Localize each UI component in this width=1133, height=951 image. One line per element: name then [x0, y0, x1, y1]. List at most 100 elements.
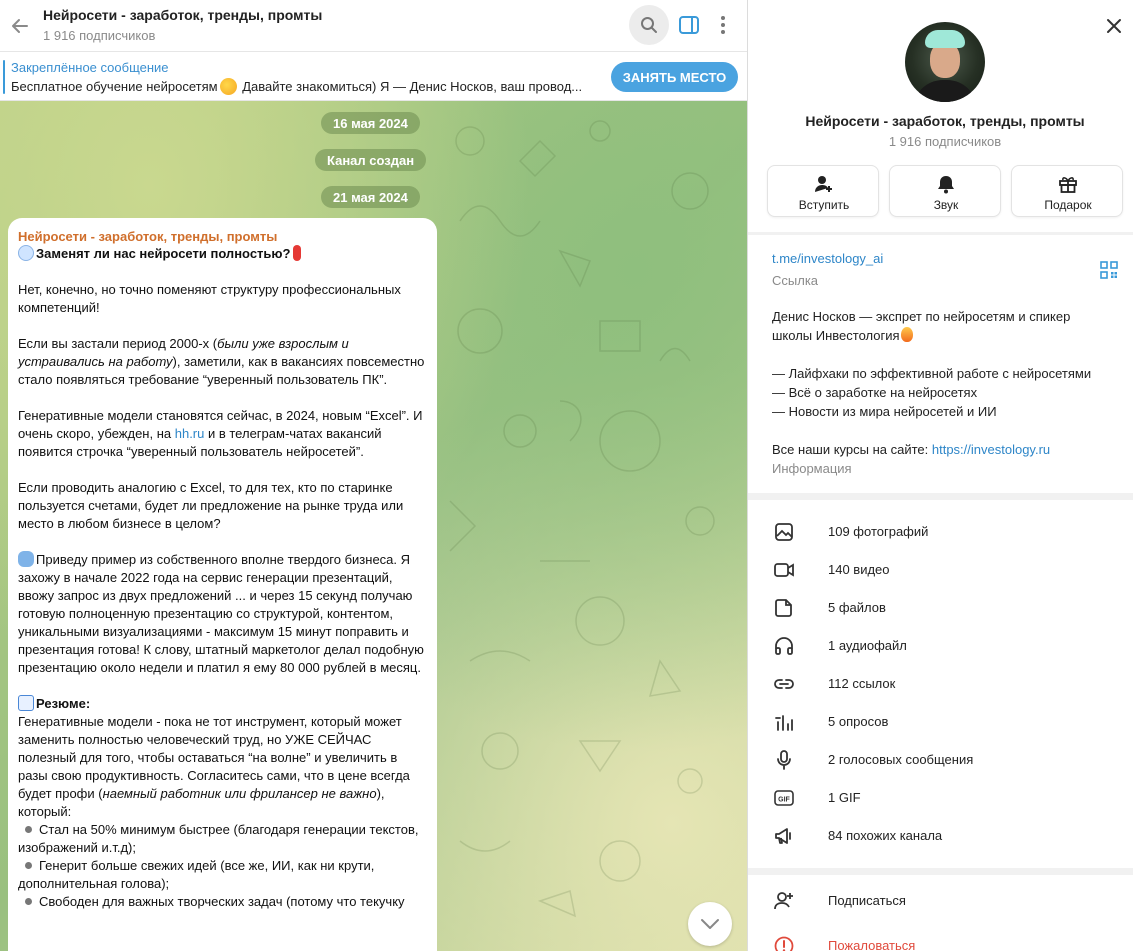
add-user-icon — [774, 892, 793, 910]
message-heading: Заменят ли нас нейросети полностью? — [18, 245, 427, 263]
list-item-text: Свободен для важных творческих задач (по… — [39, 894, 405, 909]
message-paragraph: Нет, конечно, но точно поменяют структур… — [18, 282, 401, 315]
profile-header: Нейросети - заработок, тренды, промты 1 … — [748, 0, 1133, 232]
channel-link[interactable]: t.me/investology_ai — [772, 251, 883, 266]
report-label: Пожаловаться — [828, 938, 916, 951]
media-label: 112 ссылок — [828, 676, 896, 691]
chat-title[interactable]: Нейросети - заработок, тренды, промты — [43, 7, 322, 23]
summary-title: Резюме: — [36, 696, 91, 711]
media-label: 140 видео — [828, 562, 890, 577]
channel-avatar[interactable] — [905, 22, 985, 102]
description-line: — Лайфхаки по эффективной работе с нейро… — [772, 366, 1092, 381]
media-label: 5 опросов — [828, 714, 889, 729]
description-text: Денис Носков — экспрет по нейросетям и с… — [772, 309, 1071, 343]
gift-action-button[interactable]: Подарок — [1011, 165, 1123, 217]
list-item: Генерит больше свежих идей (все же, ИИ, … — [18, 857, 427, 893]
message-paragraph: Приведу пример из собственного вполне тв… — [18, 551, 427, 677]
search-button[interactable] — [629, 5, 669, 45]
message-paragraph: Генеративные модели - пока не тот инстру… — [18, 713, 427, 821]
megaphone-icon — [775, 828, 791, 844]
media-label: 109 фотографий — [828, 524, 929, 539]
close-panel-button[interactable] — [1102, 14, 1126, 38]
svg-text:GIF: GIF — [778, 797, 790, 804]
media-row-polls[interactable]: 5 опросов — [748, 703, 1133, 741]
smile-emoji-icon — [219, 78, 237, 95]
pinned-title: Закреплённое сообщение — [11, 60, 169, 75]
media-label: 84 похожих канала — [828, 828, 943, 843]
search-icon — [641, 17, 657, 33]
mic-icon — [777, 750, 791, 770]
link-icon — [774, 679, 794, 689]
media-row-gifs[interactable]: GIF 1 GIF — [748, 779, 1133, 817]
photo-icon — [775, 523, 793, 541]
message-paragraph: Если проводить аналогию с Excel, то для … — [18, 480, 404, 531]
description-text: Все наши курсы на сайте: — [772, 442, 932, 457]
description-label: Информация — [772, 461, 852, 476]
bullet-icon — [25, 862, 32, 869]
channel-actions-section: Подписаться Пожаловаться — [748, 875, 1133, 951]
channel-subscribers: 1 916 подписчиков — [888, 134, 1002, 149]
close-icon — [1107, 19, 1121, 33]
courses-link[interactable]: https://investology.ru — [932, 442, 1050, 457]
thermometer-emoji-icon — [293, 245, 302, 261]
join-button[interactable]: ЗАНЯТЬ МЕСТО — [611, 62, 738, 92]
media-label: 2 голосовых сообщения — [828, 752, 974, 767]
media-row-files[interactable]: 5 файлов — [748, 589, 1133, 627]
more-menu-button[interactable] — [710, 10, 736, 40]
list-item-text: Стал на 50% минимум быстрее (благодаря г… — [18, 822, 419, 855]
poll-icon — [775, 715, 793, 731]
message-author[interactable]: Нейросети - заработок, тренды, промты — [18, 228, 427, 245]
bullet-icon — [25, 826, 32, 833]
warning-icon — [774, 936, 794, 951]
hh-link[interactable]: hh.ru — [175, 426, 205, 441]
chat-subscribers: 1 916 подписчиков — [43, 28, 156, 43]
message-bubble[interactable]: Нейросети - заработок, тренды, промты За… — [8, 218, 437, 951]
fire-emoji-icon — [900, 327, 913, 342]
media-row-links[interactable]: 112 ссылок — [748, 665, 1133, 703]
channel-name: Нейросети - заработок, тренды, промты — [805, 113, 1085, 129]
action-label: Вступить — [798, 198, 850, 212]
scroll-down-button[interactable] — [688, 902, 732, 946]
channel-link-label: Ссылка — [772, 273, 819, 288]
media-row-photos[interactable]: 109 фотографий — [748, 513, 1133, 551]
pinned-indicator — [3, 60, 5, 94]
list-item: Стал на 50% минимум быстрее (благодаря г… — [18, 821, 427, 857]
shared-media-list: 109 фотографий 140 видео 5 файлов 1 ауди… — [748, 500, 1133, 868]
more-vertical-icon — [721, 16, 725, 34]
join-action-button[interactable]: Вступить — [767, 165, 879, 217]
add-user-icon — [815, 176, 832, 192]
sound-action-button[interactable]: Звук — [889, 165, 1001, 217]
action-label: Подарок — [1044, 198, 1092, 212]
media-label: 5 файлов — [828, 600, 886, 615]
qr-code-icon[interactable] — [1100, 261, 1118, 279]
chat-header: Нейросети - заработок, тренды, промты 1 … — [0, 0, 747, 52]
date-separator: 21 мая 2024 — [321, 186, 420, 208]
report-row[interactable]: Пожаловаться — [748, 927, 1133, 951]
bullet-icon — [25, 898, 32, 905]
description-line: Все наши курсы на сайте: https://investo… — [772, 440, 1112, 459]
pinned-text-end: Давайте знакомиться) Я — Денис Носков, в… — [242, 79, 583, 94]
media-label: 1 GIF — [828, 790, 861, 805]
text-run: Если вы застали период 2000-х ( — [18, 336, 218, 351]
summary-heading: Резюме: — [18, 695, 427, 713]
channel-info-panel: Нейросети - заработок, тренды, промты 1 … — [747, 0, 1133, 951]
back-arrow-icon[interactable] — [6, 12, 34, 40]
list-item: Свободен для важных творческих задач (по… — [18, 893, 427, 911]
subscribe-label: Подписаться — [828, 893, 906, 908]
service-message: Канал создан — [315, 149, 427, 171]
memo-emoji-icon — [18, 695, 34, 711]
side-panel-toggle[interactable] — [674, 10, 704, 40]
media-row-similar-channels[interactable]: 84 похожих канала — [748, 817, 1133, 855]
sidebar-icon — [679, 16, 699, 34]
date-separator: 16 мая 2024 — [321, 112, 420, 134]
subscribe-row[interactable]: Подписаться — [748, 882, 1133, 920]
media-row-voice[interactable]: 2 голосовых сообщения — [748, 741, 1133, 779]
media-row-audio[interactable]: 1 аудиофайл — [748, 627, 1133, 665]
video-icon — [774, 563, 794, 577]
gif-icon: GIF — [774, 790, 794, 806]
media-row-videos[interactable]: 140 видео — [748, 551, 1133, 589]
list-item-text: Генерит больше свежих идей (все же, ИИ, … — [18, 858, 375, 891]
file-icon — [775, 599, 792, 617]
channel-info-section: t.me/investology_ai Ссылка Денис Носков … — [748, 235, 1133, 493]
message-paragraph: Генеративные модели становятся сейчас, в… — [18, 407, 427, 461]
